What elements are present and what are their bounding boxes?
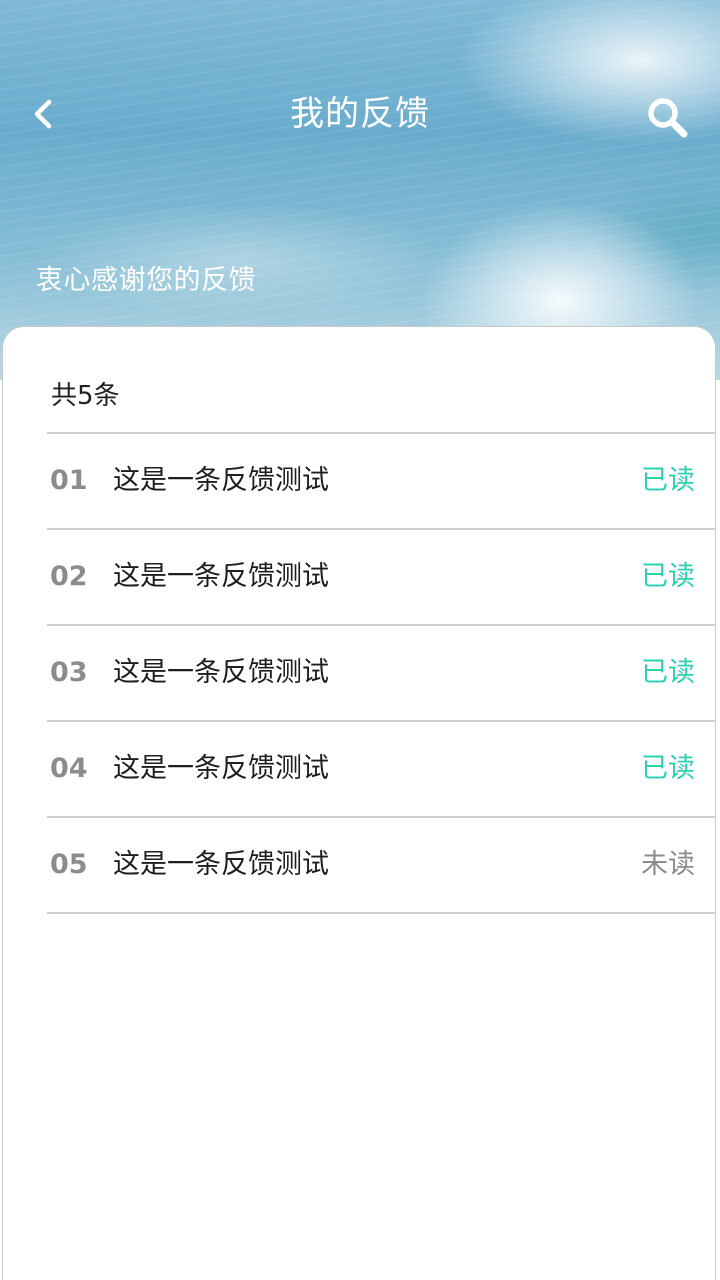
feedback-number: 02 [50, 561, 88, 592]
feedback-row[interactable]: 02 这是一条反馈测试 已读 [47, 530, 715, 626]
feedback-text: 这是一条反馈测试 [113, 561, 329, 592]
feedback-number: 03 [50, 657, 88, 688]
feedback-row[interactable]: 01 这是一条反馈测试 已读 [47, 434, 715, 530]
header-subtitle: 衷心感谢您的反馈 [36, 265, 256, 296]
feedback-number: 01 [50, 465, 88, 496]
feedback-count: 共5条 [51, 381, 120, 411]
status-badge-unread: 未读 [641, 849, 695, 880]
status-badge-read: 已读 [641, 657, 695, 688]
feedback-screen: 我的反馈 衷心感谢您的反馈 共5条 01 这是一条反馈测试 已读 02 这是一条… [0, 0, 720, 1280]
feedback-row[interactable]: 05 这是一条反馈测试 未读 [47, 818, 715, 914]
status-badge-read: 已读 [641, 753, 695, 784]
feedback-text: 这是一条反馈测试 [113, 753, 329, 784]
search-icon [648, 98, 688, 138]
header-texture [0, 0, 720, 380]
feedback-row[interactable]: 03 这是一条反馈测试 已读 [47, 626, 715, 722]
feedback-row[interactable]: 04 这是一条反馈测试 已读 [47, 722, 715, 818]
feedback-number: 04 [50, 753, 88, 784]
feedback-text: 这是一条反馈测试 [113, 465, 329, 496]
feedback-text: 这是一条反馈测试 [113, 657, 329, 688]
feedback-text: 这是一条反馈测试 [113, 849, 329, 880]
page-title: 我的反馈 [290, 94, 430, 134]
status-badge-read: 已读 [641, 561, 695, 592]
search-button[interactable] [642, 92, 692, 142]
feedback-number: 05 [50, 849, 88, 880]
status-badge-read: 已读 [641, 465, 695, 496]
feedback-card: 共5条 01 这是一条反馈测试 已读 02 这是一条反馈测试 已读 03 这是一… [2, 326, 716, 1280]
feedback-list: 01 这是一条反馈测试 已读 02 这是一条反馈测试 已读 03 这是一条反馈测… [47, 432, 715, 914]
